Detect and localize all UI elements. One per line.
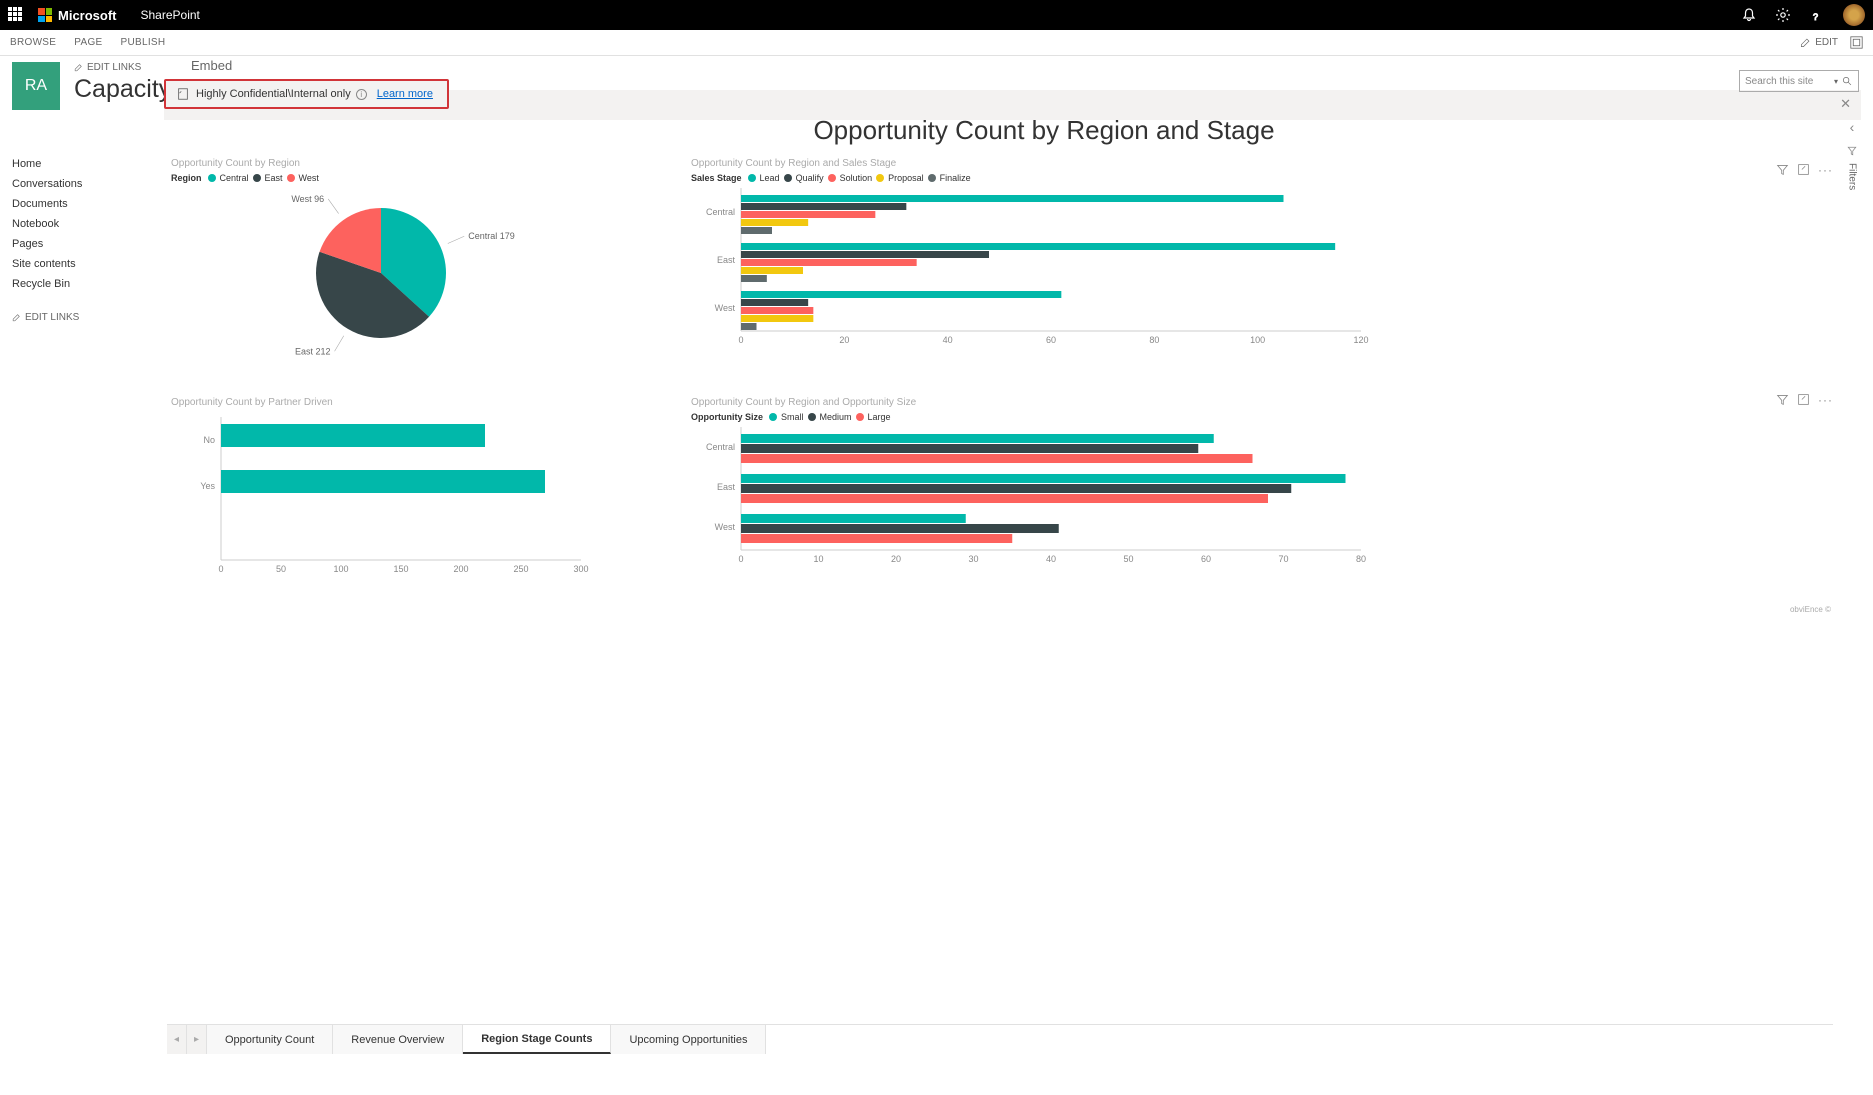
tab-prev-button[interactable]: ◂ [167,1025,187,1054]
info-icon[interactable]: i [356,89,367,100]
sensitivity-icon [176,87,190,101]
stage-svg: 0 20 40 60 80 100 120 Central East West [691,183,1371,353]
nav-recycle-bin[interactable]: Recycle Bin [12,274,155,294]
svg-text:80: 80 [1356,554,1366,564]
report-title: Opportunity Count by Region and Stage [227,115,1861,146]
edit-links-side[interactable]: EDIT LINKS [12,312,155,323]
svg-text:Central 179: Central 179 [468,231,515,241]
nav-conversations[interactable]: Conversations [12,174,155,194]
chart-bars-partner[interactable]: Opportunity Count by Partner Driven 0501… [167,393,667,603]
chart-bars-stage[interactable]: Opportunity Count by Region and Sales St… [687,154,1833,389]
focus-mode-icon[interactable] [1850,36,1863,49]
svg-text:West: West [715,522,736,532]
svg-text:200: 200 [453,564,468,574]
svg-text:80: 80 [1149,335,1159,345]
svg-text:10: 10 [813,554,823,564]
suite-bar: Microsoft SharePoint ? [0,0,1873,30]
filters-pane-toggle[interactable]: Filters [1843,115,1861,1058]
svg-text:East: East [717,255,736,265]
embed-label: Embed [191,58,1861,73]
legend-size: Opportunity SizeSmallMediumLarge [691,412,1829,422]
svg-text:120: 120 [1353,335,1368,345]
chevron-left-icon [1850,119,1855,135]
svg-text:50: 50 [1123,554,1133,564]
svg-text:250: 250 [513,564,528,574]
filter-pane-icon [1846,145,1858,157]
tab-next-button[interactable]: ▸ [187,1025,207,1054]
site-logo[interactable]: RA [12,62,60,110]
svg-text:?: ? [1813,12,1818,22]
svg-text:50: 50 [276,564,286,574]
svg-text:100: 100 [1250,335,1265,345]
app-name[interactable]: SharePoint [141,8,200,22]
nav-documents[interactable]: Documents [12,194,155,214]
svg-text:60: 60 [1046,335,1056,345]
svg-text:East: East [717,482,736,492]
ribbon-tab-page[interactable]: PAGE [74,37,102,48]
ribbon-tab-browse[interactable]: BROWSE [10,37,56,48]
pie-svg: Central 179 East 212 West 96 [171,183,591,363]
svg-text:70: 70 [1278,554,1288,564]
nav-pages[interactable]: Pages [12,234,155,254]
brand-logo: Microsoft [38,8,117,23]
svg-text:20: 20 [839,335,849,345]
report-tabs: ◂ ▸ Opportunity Count Revenue Overview R… [167,1024,1833,1054]
left-nav: RA EDIT LINKS Capacity Report Home Conve… [0,56,155,1095]
avatar[interactable] [1843,4,1865,26]
learn-more-link[interactable]: Learn more [377,88,433,100]
svg-text:100: 100 [333,564,348,574]
svg-text:150: 150 [393,564,408,574]
chart-bars-size[interactable]: Opportunity Count by Region and Opportun… [687,393,1833,603]
ribbon-tab-publish[interactable]: PUBLISH [121,37,166,48]
content-area: Embed Highly Confidential\Internal only … [155,56,1873,1095]
app-launcher-icon[interactable] [8,7,24,23]
svg-text:60: 60 [1201,554,1211,564]
size-svg: 0 10 20 30 40 50 60 70 80 Central East West [691,422,1371,572]
nav-site-contents[interactable]: Site contents [12,254,155,274]
sensitivity-label: Highly Confidential\Internal only [196,88,351,100]
svg-text:40: 40 [1046,554,1056,564]
svg-text:East 212: East 212 [295,346,331,356]
nav-home[interactable]: Home [12,154,155,174]
partner-svg: 0 50 100 150 200 250 300 No Yes [171,412,591,582]
notifications-icon[interactable] [1741,7,1757,23]
svg-text:20: 20 [891,554,901,564]
legend-pie: RegionCentralEastWest [171,173,663,183]
legend-stage: Sales StageLeadQualifySolutionProposalFi… [691,173,1829,183]
watermark: obviEnce © [167,605,1831,614]
svg-text:Yes: Yes [200,481,215,491]
tab-region-stage-counts[interactable]: Region Stage Counts [463,1025,611,1054]
svg-text:0: 0 [738,554,743,564]
tab-revenue-overview[interactable]: Revenue Overview [333,1025,463,1054]
svg-text:30: 30 [968,554,978,564]
svg-text:Central: Central [706,442,735,452]
brand-text: Microsoft [58,8,117,23]
nav-notebook[interactable]: Notebook [12,214,155,234]
svg-text:West: West [715,303,736,313]
close-banner-button[interactable]: ✕ [1840,96,1851,112]
svg-text:300: 300 [573,564,588,574]
sensitivity-banner: Highly Confidential\Internal only i Lear… [164,79,449,109]
svg-text:40: 40 [943,335,953,345]
ribbon: BROWSE PAGE PUBLISH EDIT [0,30,1873,56]
svg-text:0: 0 [738,335,743,345]
tab-upcoming-opportunities[interactable]: Upcoming Opportunities [611,1025,766,1054]
svg-text:0: 0 [218,564,223,574]
gear-icon[interactable] [1775,7,1791,23]
svg-text:No: No [203,435,215,445]
tab-opportunity-count[interactable]: Opportunity Count [207,1025,333,1054]
help-icon[interactable]: ? [1809,7,1825,23]
chart-pie-region[interactable]: Opportunity Count by Region RegionCentra… [167,154,667,389]
svg-text:Central: Central [706,207,735,217]
svg-text:West 96: West 96 [291,194,324,204]
edit-page-button[interactable]: EDIT [1800,37,1838,48]
